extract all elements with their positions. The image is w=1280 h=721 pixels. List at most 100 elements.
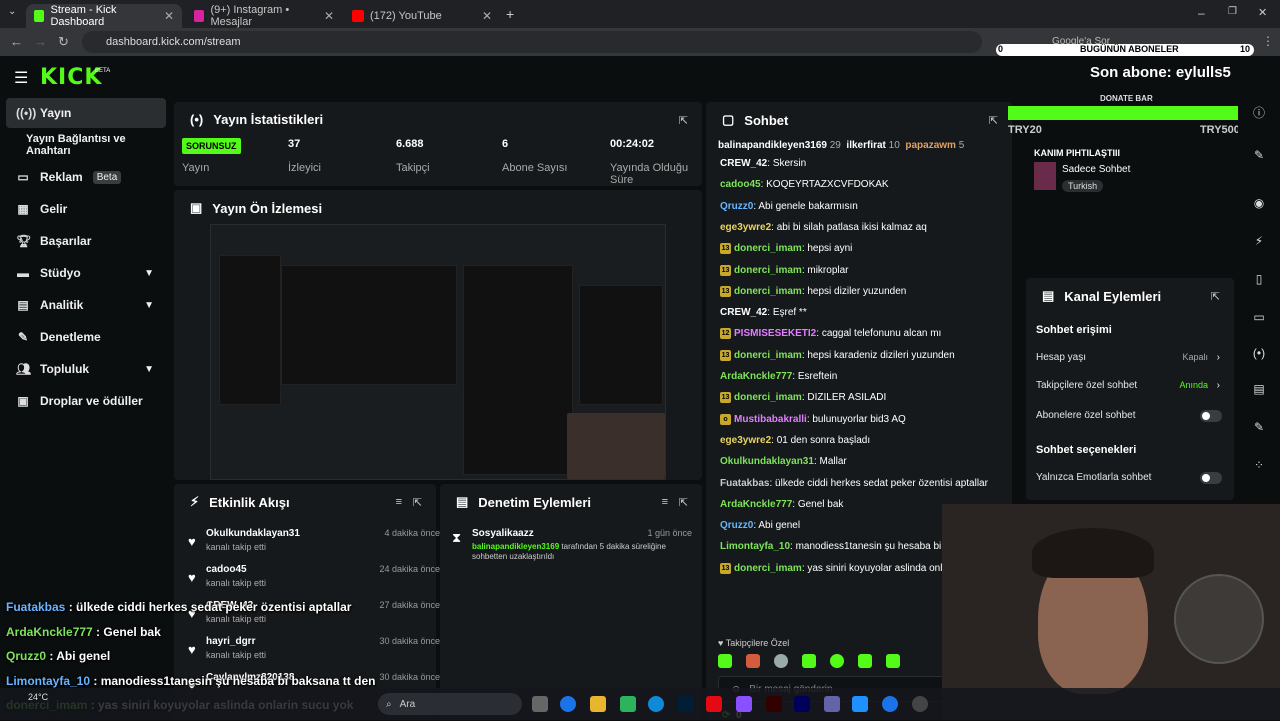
close-tab-icon[interactable]: ✕: [324, 9, 334, 23]
teams-icon[interactable]: [824, 696, 840, 712]
community-icon[interactable]: ⁘: [1246, 452, 1272, 478]
weather-widget[interactable]: 24°C: [28, 692, 48, 702]
reload-icon[interactable]: ↻: [58, 34, 69, 50]
sidebar-item-basarilar[interactable]: 🏆︎ Başarılar: [6, 226, 166, 256]
popout-icon[interactable]: ⇱: [1211, 290, 1220, 303]
chat-username[interactable]: PISMISESEKETI2: [734, 329, 816, 340]
emote-only-toggle[interactable]: [1200, 472, 1222, 484]
sidebar-item-topluluk[interactable]: 👥︎ Topluluk ▼: [6, 354, 166, 384]
popout-icon[interactable]: ⇱: [679, 114, 688, 127]
popout-icon[interactable]: ⇱: [989, 114, 998, 127]
chat-username[interactable]: donerci_imam: [734, 350, 802, 361]
sidebar-item-denetleme[interactable]: ✎ Denetleme: [6, 322, 166, 352]
chat-username[interactable]: Qruzz0: [720, 520, 753, 531]
panel-title: ▣ Yayın Ön İzlemesi: [190, 200, 322, 216]
edit-icon[interactable]: ✎: [1246, 142, 1272, 168]
chat-username[interactable]: donerci_imam: [734, 265, 802, 276]
chat-username[interactable]: Limontayfa_10: [720, 541, 790, 552]
stream-category[interactable]: Sadece Sohbet: [1062, 164, 1130, 175]
close-tab-icon[interactable]: ✕: [482, 9, 492, 23]
new-tab-button[interactable]: +: [506, 6, 514, 22]
stream-tag[interactable]: Turkish: [1062, 180, 1104, 192]
sidebar-item-droplar[interactable]: ▣ Droplar ve ödüller: [6, 386, 166, 416]
back-icon[interactable]: ←: [10, 34, 23, 49]
minimize-icon[interactable]: –: [1198, 6, 1205, 20]
close-tab-icon[interactable]: ✕: [164, 9, 174, 23]
popout-icon[interactable]: ⇱: [679, 496, 688, 509]
preview-video[interactable]: [210, 224, 666, 480]
ad-icon: ▭: [17, 170, 29, 184]
sidebar-item-gelir[interactable]: ▦ Gelir: [6, 194, 166, 224]
forward-icon[interactable]: →: [34, 34, 47, 49]
chat-username[interactable]: donerci_imam: [734, 563, 802, 574]
chat-username[interactable]: Okulkundaklayan31: [720, 456, 814, 467]
edge-icon[interactable]: [648, 696, 664, 712]
broadcast-icon[interactable]: (•): [1246, 340, 1272, 366]
url-field[interactable]: dashboard.kick.com/stream: [82, 31, 982, 53]
tab-instagram[interactable]: (9+) Instagram • Mesajlar ✕: [186, 4, 342, 28]
app-icon[interactable]: [852, 696, 868, 712]
followers-chat-row[interactable]: Takipçilere özel sohbet Anında ›: [1036, 380, 1222, 396]
chrome-icon[interactable]: [882, 696, 898, 712]
netflix-icon[interactable]: [706, 696, 722, 712]
emote-icon[interactable]: [858, 654, 872, 668]
emote-icon[interactable]: [774, 654, 788, 668]
close-window-icon[interactable]: ✕: [1258, 6, 1267, 19]
chat-username[interactable]: donerci_imam: [734, 243, 802, 254]
premiere-icon[interactable]: [794, 696, 810, 712]
tab-kick-dashboard[interactable]: Stream - Kick Dashboard ✕: [26, 4, 182, 28]
filter-icon[interactable]: ≡: [662, 496, 668, 508]
sidebar-item-yayin[interactable]: ((•)) Yayın: [6, 98, 166, 128]
emote-icon[interactable]: [802, 654, 816, 668]
photoshop-icon[interactable]: [678, 696, 694, 712]
chat-username[interactable]: Qruzz0: [720, 201, 753, 212]
menu-dots-icon[interactable]: ⋮: [1262, 34, 1274, 48]
maximize-icon[interactable]: ❐: [1228, 6, 1237, 17]
info-icon[interactable]: ⓘ: [1246, 100, 1272, 126]
chrome-icon[interactable]: [560, 696, 576, 712]
popout-icon[interactable]: ⇱: [413, 496, 422, 509]
emote-icon[interactable]: [830, 654, 844, 668]
wrench-icon[interactable]: ✎: [1246, 414, 1272, 440]
chat-username[interactable]: ArdaKnckle777: [720, 499, 792, 510]
sidebar-item-reklam[interactable]: ▭ Reklam Beta: [6, 162, 166, 192]
chat-username[interactable]: ArdaKnckle777: [720, 371, 792, 382]
chat-username[interactable]: CREW_42: [720, 158, 767, 169]
emote-icon[interactable]: [886, 654, 900, 668]
hamburger-icon[interactable]: ☰: [14, 68, 28, 88]
lightning-icon[interactable]: ⚡︎: [1246, 228, 1272, 254]
chat-bubble-icon[interactable]: ▭: [1246, 304, 1272, 330]
chat-username[interactable]: Mustibabakralli: [734, 414, 807, 425]
emote-icon[interactable]: [718, 654, 732, 668]
file-explorer-icon[interactable]: [590, 696, 606, 712]
subs-chat-toggle[interactable]: [1200, 410, 1222, 422]
sidebar-label: Reklam: [40, 170, 83, 184]
chat-username[interactable]: ege3ywre2: [720, 435, 771, 446]
chat-username[interactable]: cadoo45: [720, 179, 761, 190]
sidebar-item-studyo[interactable]: ▬ Stüdyo ▼: [6, 258, 166, 288]
user-card-icon[interactable]: ▤: [1246, 376, 1272, 402]
tab-search-icon[interactable]: ⌄: [8, 6, 16, 17]
camera-icon[interactable]: ◉: [1246, 190, 1272, 216]
task-view-icon[interactable]: [532, 696, 548, 712]
illustrator-icon[interactable]: [766, 696, 782, 712]
chat-username[interactable]: CREW_42: [720, 307, 767, 318]
app-icon[interactable]: [736, 696, 752, 712]
chat-username[interactable]: donerci_imam: [734, 392, 802, 403]
chat-username[interactable]: donerci_imam: [734, 286, 802, 297]
sidebar-item-analitik[interactable]: ▤ Analitik ▼: [6, 290, 166, 320]
app-icon[interactable]: [620, 696, 636, 712]
filter-icon[interactable]: ≡: [396, 496, 402, 508]
account-age-row[interactable]: Hesap yaşı Kapalı ›: [1036, 352, 1222, 368]
taskbar-search[interactable]: ⌕ Ara: [378, 693, 522, 715]
sidebar-item-stream-key[interactable]: Yayın Bağlantısı ve Anahtarı: [6, 130, 166, 160]
chat-username[interactable]: ege3ywre2: [720, 222, 771, 233]
channel-actions-title: Kanal Eylemleri: [1064, 288, 1162, 304]
moderator-name: balinapandikleyen3169: [472, 542, 560, 551]
tab-youtube[interactable]: (172) YouTube ✕: [344, 4, 500, 28]
document-icon[interactable]: ▯: [1246, 266, 1272, 292]
obs-icon[interactable]: [912, 696, 928, 712]
kick-logo[interactable]: KICK: [40, 65, 102, 90]
chat-username[interactable]: Fuatakbas: [720, 478, 769, 489]
emote-icon[interactable]: [746, 654, 760, 668]
